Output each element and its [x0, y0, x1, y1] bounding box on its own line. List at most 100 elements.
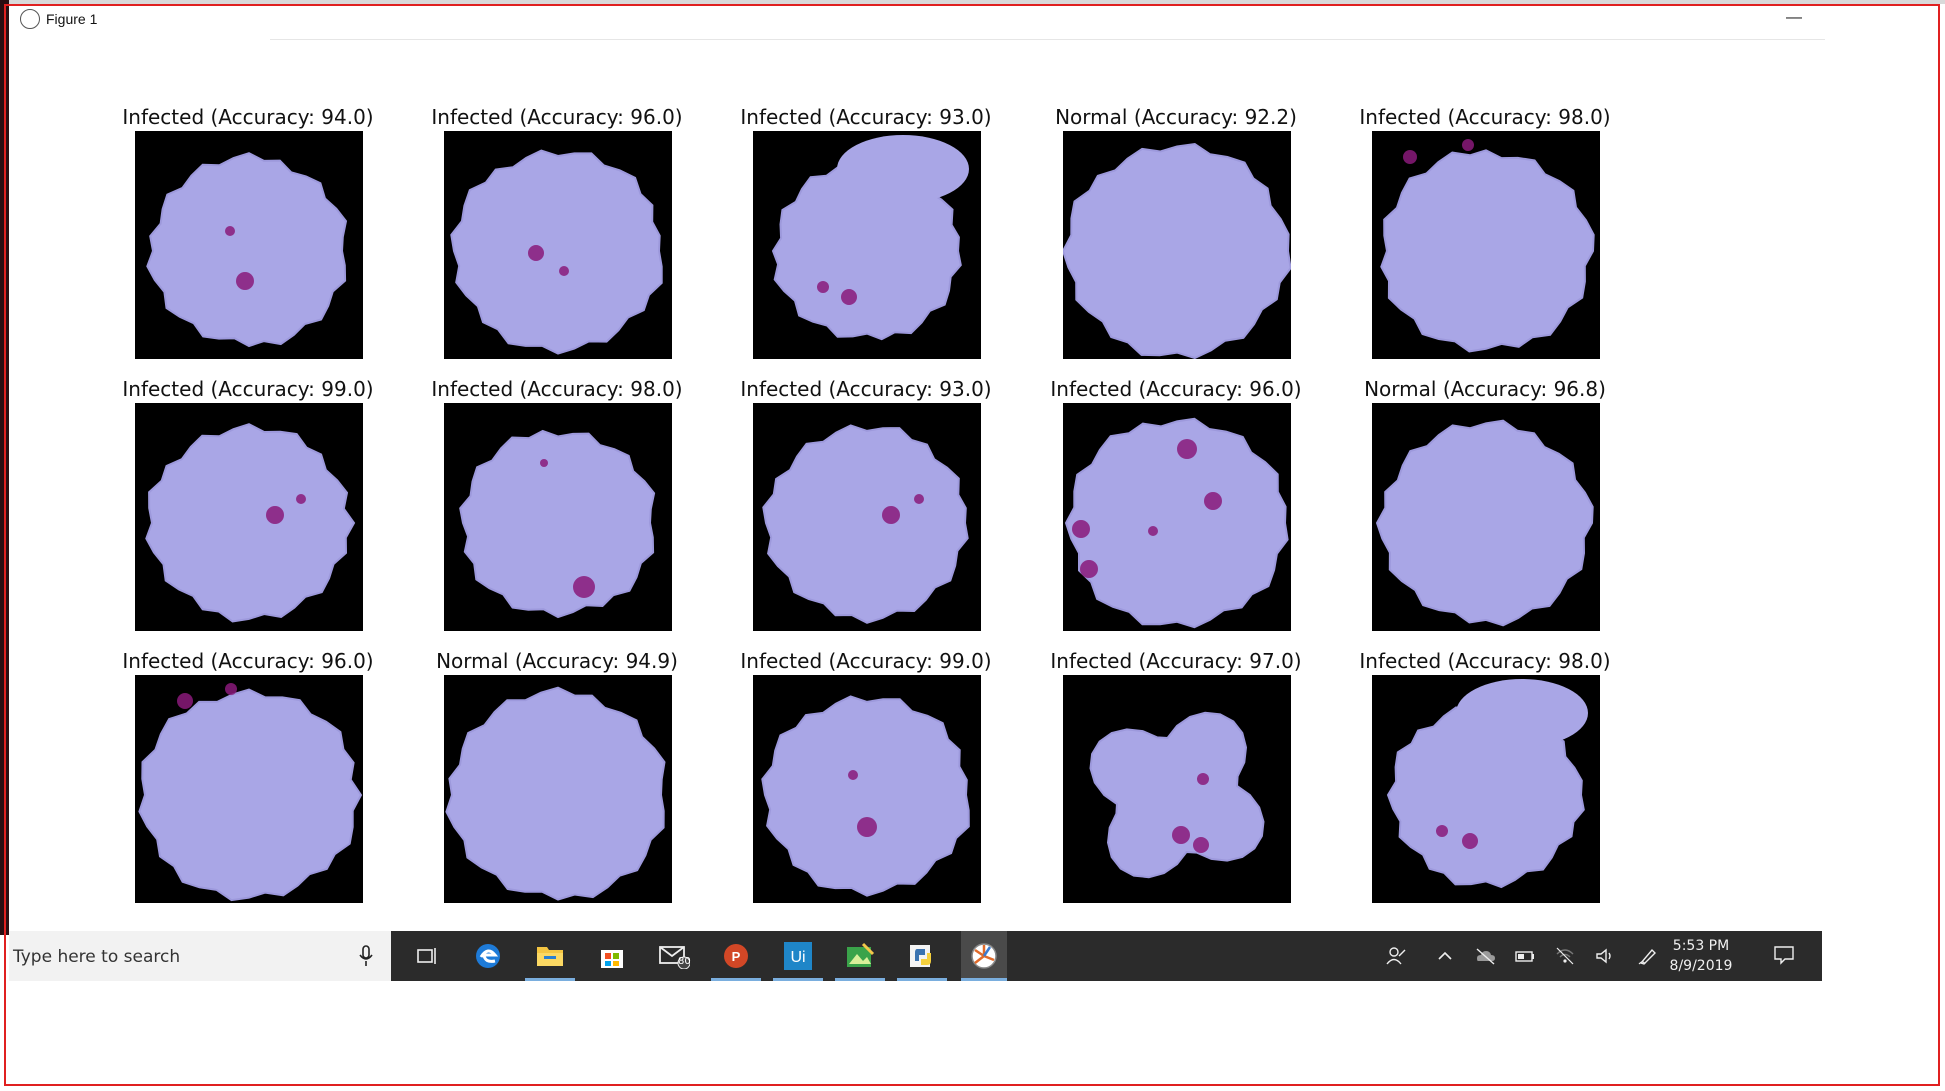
task-view-icon[interactable] — [411, 939, 445, 973]
cell-image — [1372, 403, 1600, 631]
figure-app-icon[interactable] — [961, 931, 1007, 981]
chevron-up-icon[interactable] — [1434, 946, 1456, 966]
cell-image — [1063, 675, 1291, 903]
figure-cell: Infected (Accuracy: 98.0) — [402, 377, 712, 649]
cell-image — [135, 403, 363, 631]
parasite-stain — [1462, 833, 1478, 849]
parasite-stain — [1403, 150, 1417, 164]
cell-image — [753, 403, 981, 631]
cell-title: Infected (Accuracy: 94.0) — [122, 105, 374, 129]
mail-badge: 80 — [678, 956, 691, 967]
python-icon[interactable] — [897, 939, 947, 981]
figure-cell: Infected (Accuracy: 94.0) — [93, 105, 403, 377]
mail-icon[interactable]: 80 — [657, 939, 691, 973]
parasite-stain — [848, 770, 858, 780]
cell-body — [1089, 711, 1265, 879]
parasite-stain — [817, 281, 829, 293]
cell-title: Infected (Accuracy: 97.0) — [1050, 649, 1302, 673]
figure-cell: Infected (Accuracy: 93.0) — [711, 377, 1021, 649]
cell-title: Infected (Accuracy: 96.0) — [1050, 377, 1302, 401]
file-explorer-icon[interactable] — [525, 939, 575, 981]
people-icon[interactable] — [1385, 946, 1407, 966]
uipath-icon[interactable]: Ui — [773, 939, 823, 981]
cell-lobe — [1456, 679, 1588, 747]
svg-text:P: P — [732, 949, 741, 964]
cell-image — [1372, 675, 1600, 903]
cell-body — [1380, 149, 1595, 353]
powerpoint-icon[interactable]: P — [711, 939, 761, 981]
cell-body — [1063, 142, 1291, 359]
system-clock[interactable]: 5:53 PM 8/9/2019 — [1669, 936, 1733, 976]
cell-title: Normal (Accuracy: 94.9) — [436, 649, 678, 673]
volume-icon[interactable] — [1594, 946, 1616, 966]
cell-image — [1063, 131, 1291, 359]
parasite-stain — [266, 506, 284, 524]
toolbar-divider — [270, 39, 1825, 40]
figure-cell: Normal (Accuracy: 94.9) — [402, 649, 712, 921]
blood-cell-image — [138, 683, 363, 902]
cell-title: Infected (Accuracy: 98.0) — [431, 377, 683, 401]
cell-body — [146, 152, 348, 348]
taskbar: Type here to search 80 P Ui 5:53 PM 8/9/… — [9, 931, 1822, 981]
figure-cell: Infected (Accuracy: 99.0) — [93, 377, 403, 649]
parasite-stain — [559, 266, 569, 276]
cell-title: Infected (Accuracy: 93.0) — [740, 377, 992, 401]
battery-icon[interactable] — [1514, 946, 1536, 966]
parasite-stain — [1080, 560, 1098, 578]
figure-cell: Infected (Accuracy: 93.0) — [711, 105, 1021, 377]
figure-cell: Infected (Accuracy: 98.0) — [1330, 105, 1640, 377]
clock-time: 5:53 PM — [1672, 938, 1730, 954]
cell-title: Infected (Accuracy: 96.0) — [431, 105, 683, 129]
svg-text:Ui: Ui — [790, 949, 805, 966]
parasite-stain — [857, 817, 877, 837]
cell-body — [145, 423, 356, 623]
minimize-button[interactable]: — — [1782, 8, 1806, 30]
cell-body — [1064, 417, 1289, 629]
figure-cell: Infected (Accuracy: 97.0) — [1021, 649, 1331, 921]
cell-body — [450, 149, 663, 355]
figure-cell: Normal (Accuracy: 92.2) — [1021, 105, 1331, 377]
onedrive-icon[interactable] — [1474, 946, 1496, 966]
parasite-stain — [1177, 439, 1197, 459]
window-titlebar[interactable]: Figure 1 — — [12, 6, 1912, 34]
microphone-icon[interactable] — [359, 945, 373, 967]
figure-cell: Infected (Accuracy: 98.0) — [1330, 649, 1640, 921]
wifi-icon[interactable] — [1554, 946, 1576, 966]
blood-cell-image — [761, 695, 970, 897]
store-icon[interactable] — [595, 939, 629, 973]
blood-cell-image — [771, 135, 969, 341]
parasite-stain — [540, 459, 548, 467]
parasite-stain — [1204, 492, 1222, 510]
parasite-stain — [236, 272, 254, 290]
blood-cell-image — [1380, 139, 1595, 353]
cell-image — [444, 403, 672, 631]
cell-title: Infected (Accuracy: 98.0) — [1359, 105, 1611, 129]
cell-title: Infected (Accuracy: 99.0) — [740, 649, 992, 673]
parasite-stain — [573, 576, 595, 598]
cell-image — [753, 131, 981, 359]
blood-cell-image — [1386, 679, 1588, 889]
action-center-icon[interactable] — [1773, 945, 1795, 965]
pen-workspace-icon[interactable] — [1637, 946, 1659, 966]
figure-cell: Infected (Accuracy: 96.0) — [402, 105, 712, 377]
cell-title: Normal (Accuracy: 92.2) — [1055, 105, 1297, 129]
edge-icon[interactable] — [471, 939, 505, 973]
blood-cell-image — [1089, 711, 1265, 879]
cell-title: Normal (Accuracy: 96.8) — [1364, 377, 1606, 401]
parasite-stain — [177, 693, 193, 709]
background-terminal-strip — [0, 0, 9, 935]
figure-cell: Infected (Accuracy: 99.0) — [711, 649, 1021, 921]
parasite-stain — [1172, 826, 1190, 844]
photo-editor-icon[interactable] — [835, 939, 885, 981]
parasite-stain — [1436, 825, 1448, 837]
parasite-stain — [1072, 520, 1090, 538]
cell-image — [135, 675, 363, 903]
blood-cell-image — [145, 423, 356, 623]
cell-title: Infected (Accuracy: 93.0) — [740, 105, 992, 129]
cell-body — [138, 688, 363, 902]
cell-image — [135, 131, 363, 359]
figure-cell: Infected (Accuracy: 96.0) — [93, 649, 403, 921]
figure-cell: Infected (Accuracy: 96.0) — [1021, 377, 1331, 649]
cell-image — [753, 675, 981, 903]
taskbar-search-box[interactable]: Type here to search — [9, 931, 391, 981]
